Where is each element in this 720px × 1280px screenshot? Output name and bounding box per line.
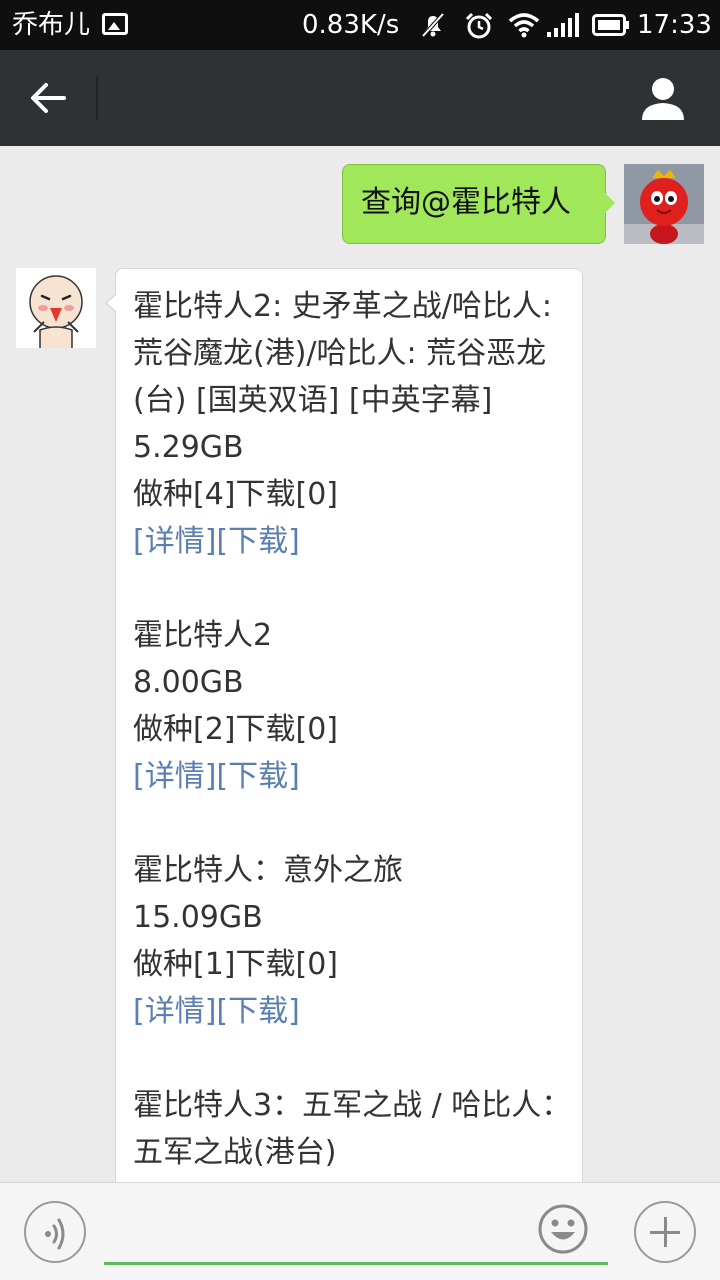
alarm-icon [465,12,493,39]
mute-icon [421,12,445,38]
result-title: 霍比特人2 [133,618,273,653]
image-notification-icon [102,13,128,35]
bot-avatar[interactable] [16,268,96,348]
result-stats: 做种[4]下载[0] [133,477,338,512]
message-input[interactable] [104,1197,608,1265]
network-speed: 0.83K/s [302,10,400,40]
status-bar: 乔布儿 0.83K/s 17:33 [0,0,720,50]
result-stats: 做种[2]下载[0] [133,712,338,747]
chat-header [0,50,720,146]
search-result: 霍比特人2 8.00GB 做种[2]下载[0] [详情][下载] [133,612,573,800]
result-links: [详情][下载] [133,518,573,565]
incoming-message-bubble[interactable]: 霍比特人2: 史矛革之战/哈比人: 荒谷魔龙(港)/哈比人: 荒谷恶龙(台) [… [105,268,583,1182]
result-size: 5.29GB [133,430,244,465]
voice-button[interactable] [24,1201,86,1263]
person-icon[interactable] [640,76,686,120]
result-size: 8.00GB [133,665,244,700]
detail-link[interactable]: [详情] [133,524,216,559]
wifi-icon [508,13,540,38]
back-arrow-icon[interactable] [28,80,68,116]
search-result: 霍比特人3：五军之战 / 哈比人：五军之战(港台) [133,1082,573,1176]
voice-icon [45,1218,65,1250]
signal-icon [547,13,579,37]
download-link[interactable]: [下载] [216,524,299,559]
search-result: 霍比特人2: 史矛革之战/哈比人: 荒谷魔龙(港)/哈比人: 荒谷恶龙(台) [… [133,283,573,565]
search-result: 霍比特人：意外之旅 15.09GB 做种[1]下载[0] [详情][下载] [133,847,573,1035]
result-title: 霍比特人3：五军之战 / 哈比人：五军之战(港台) [133,1088,572,1170]
detail-link[interactable]: [详情] [133,994,216,1029]
plus-button[interactable] [634,1201,696,1263]
chat-area[interactable]: 查询@霍比特人 霍比特人2: 史矛革之战/哈比人: 荒谷魔龙(港)/哈比人: 荒… [0,146,720,1182]
detail-link[interactable]: [详情] [133,759,216,794]
carrier-label: 乔布儿 [12,10,91,40]
result-title: 霍比特人：意外之旅 [133,853,403,888]
cartoon-face-avatar-image [16,268,96,348]
red-mascot-avatar-image [624,164,704,244]
emoji-icon[interactable] [537,1203,589,1255]
result-title: 霍比特人2: 史矛革之战/哈比人: 荒谷魔龙(港)/哈比人: 荒谷恶龙(台) [… [133,289,552,418]
result-size: 15.09GB [133,900,263,935]
header-divider [96,76,98,120]
battery-icon [592,14,629,36]
result-links: [详情][下载] [133,753,573,800]
clock: 17:33 [637,10,712,40]
outgoing-message-text: 查询@霍比特人 [361,185,571,220]
result-links: [详情][下载] [133,988,573,1035]
input-bar [0,1182,720,1280]
outgoing-message-bubble[interactable]: 查询@霍比特人 [342,164,615,244]
download-link[interactable]: [下载] [216,759,299,794]
result-stats: 做种[1]下载[0] [133,947,338,982]
my-avatar[interactable] [624,164,704,244]
download-link[interactable]: [下载] [216,994,299,1029]
